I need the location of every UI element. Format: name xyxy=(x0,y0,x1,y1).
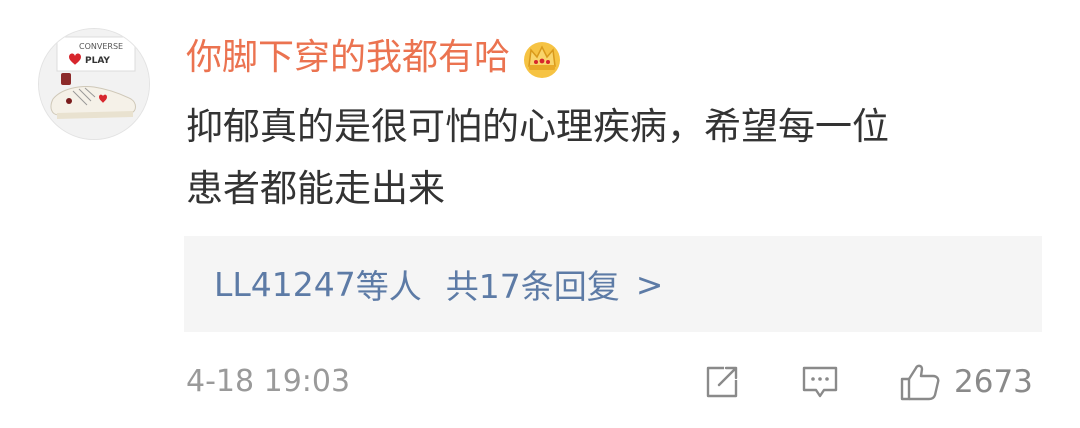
share-button[interactable] xyxy=(702,360,742,404)
share-icon xyxy=(706,366,738,398)
username-row: 你脚下穿的我都有哈 xyxy=(186,32,564,84)
like-button[interactable]: 2673 xyxy=(898,360,1033,404)
sneaker-photo-icon: CONVERSE PLAY xyxy=(39,29,149,139)
like-count: 2673 xyxy=(954,364,1033,400)
replies-preview[interactable]: LL41247 等人 共17条回复 > xyxy=(184,236,1042,332)
comment-footer: 4-18 19:03 2673 xyxy=(186,356,1046,408)
crown-icon xyxy=(520,36,564,80)
thumbs-up-icon xyxy=(900,364,940,401)
reply-users-suffix: 等人 xyxy=(355,267,422,306)
comment-button[interactable] xyxy=(800,360,840,404)
avatar[interactable]: CONVERSE PLAY xyxy=(38,28,150,140)
username[interactable]: 你脚下穿的我都有哈 xyxy=(186,32,510,84)
timestamp: 4-18 19:03 xyxy=(186,364,351,399)
comment-text: 抑郁真的是很可怕的心理疾病，希望每一位 患者都能走出来 xyxy=(186,105,889,210)
avatar-play-text: PLAY xyxy=(85,56,110,66)
comment-icon xyxy=(802,366,838,398)
reply-users-link[interactable]: LL41247 xyxy=(214,265,356,304)
avatar-brand-text: CONVERSE xyxy=(79,42,123,51)
reply-count-link[interactable]: 共17条回复 xyxy=(446,260,620,308)
chevron-right-icon: > xyxy=(635,264,664,304)
